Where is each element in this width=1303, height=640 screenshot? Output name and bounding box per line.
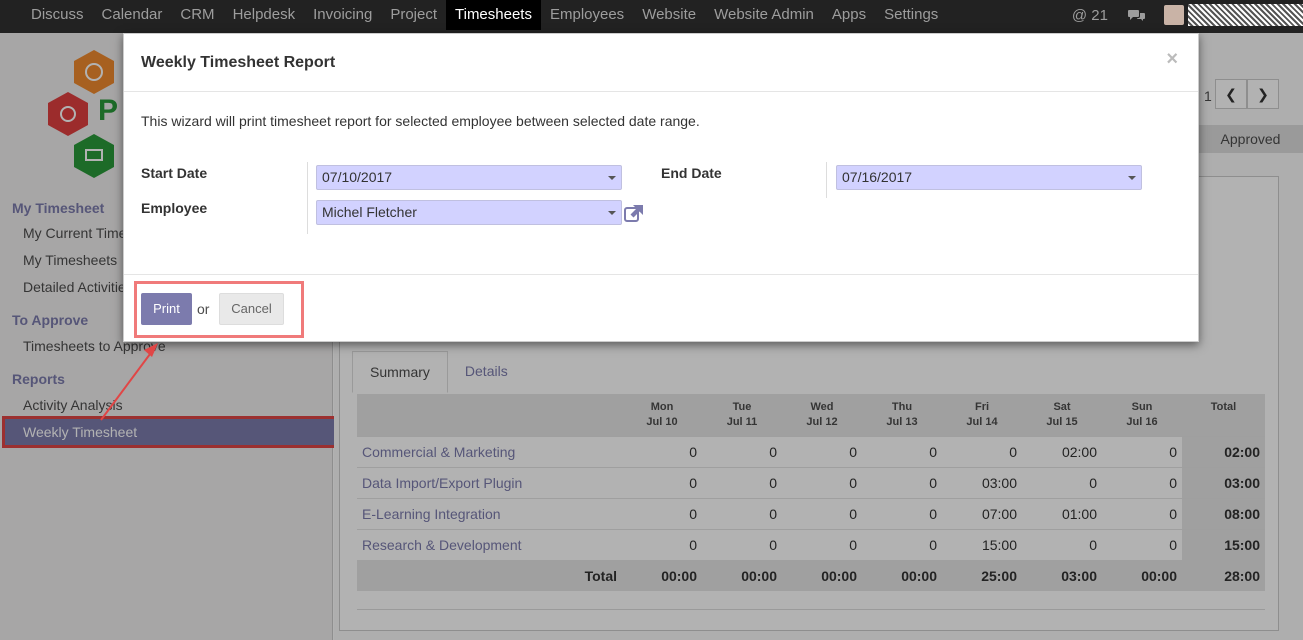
menu-item-discuss[interactable]: Discuss: [0, 0, 93, 30]
chat-bubbles-icon[interactable]: [1128, 9, 1146, 22]
menu-item-employees[interactable]: Employees: [541, 0, 633, 30]
navbar-right: @ 21: [1072, 0, 1303, 30]
end-date-value: 07/16/2017: [842, 169, 913, 185]
app-menu: Discuss Calendar CRM Helpdesk Invoicing Proje…: [0, 0, 947, 30]
chevron-down-icon: [608, 176, 616, 180]
top-navbar: Discuss Calendar CRM Helpdesk Invoicing Proje…: [0, 0, 1303, 33]
menu-item-website[interactable]: Website: [633, 0, 705, 30]
field-separator: [307, 162, 308, 234]
user-name-redacted[interactable]: [1188, 4, 1303, 26]
weekly-timesheet-dialog: Weekly Timesheet Report × This wizard wi…: [123, 33, 1199, 342]
cancel-button[interactable]: Cancel: [219, 293, 284, 325]
menu-item-invoicing[interactable]: Invoicing: [304, 0, 381, 30]
employee-value: Michel Fletcher: [322, 204, 417, 220]
chevron-down-icon: [608, 211, 616, 215]
menu-item-calendar[interactable]: Calendar: [93, 0, 172, 30]
menu-item-settings[interactable]: Settings: [875, 0, 947, 30]
menu-item-crm[interactable]: CRM: [171, 0, 223, 30]
header-divider: [124, 91, 1198, 92]
end-date-field[interactable]: 07/16/2017: [836, 165, 1142, 190]
end-date-label: End Date: [661, 165, 722, 181]
start-date-field[interactable]: 07/10/2017: [316, 165, 622, 190]
external-link-icon[interactable]: [623, 203, 645, 223]
menu-item-project[interactable]: Project: [381, 0, 446, 30]
menu-item-timesheets[interactable]: Timesheets: [446, 0, 541, 30]
footer-divider: [124, 274, 1198, 275]
menu-item-apps[interactable]: Apps: [823, 0, 875, 30]
menu-item-helpdesk[interactable]: Helpdesk: [224, 0, 305, 30]
user-avatar[interactable]: [1164, 5, 1184, 25]
mentions-counter[interactable]: @ 21: [1072, 7, 1108, 24]
employee-select[interactable]: Michel Fletcher: [316, 200, 622, 225]
employee-label: Employee: [141, 200, 208, 216]
close-icon[interactable]: ×: [1166, 48, 1178, 71]
menu-item-website-admin[interactable]: Website Admin: [705, 0, 823, 30]
dialog-description: This wizard will print timesheet report …: [141, 113, 700, 129]
start-date-label: Start Date: [141, 165, 208, 181]
field-separator: [826, 162, 827, 198]
print-button[interactable]: Print: [141, 293, 192, 325]
start-date-value: 07/10/2017: [322, 169, 393, 185]
dialog-title: Weekly Timesheet Report: [141, 54, 336, 71]
or-label: or: [197, 301, 210, 317]
chevron-down-icon: [1128, 176, 1136, 180]
